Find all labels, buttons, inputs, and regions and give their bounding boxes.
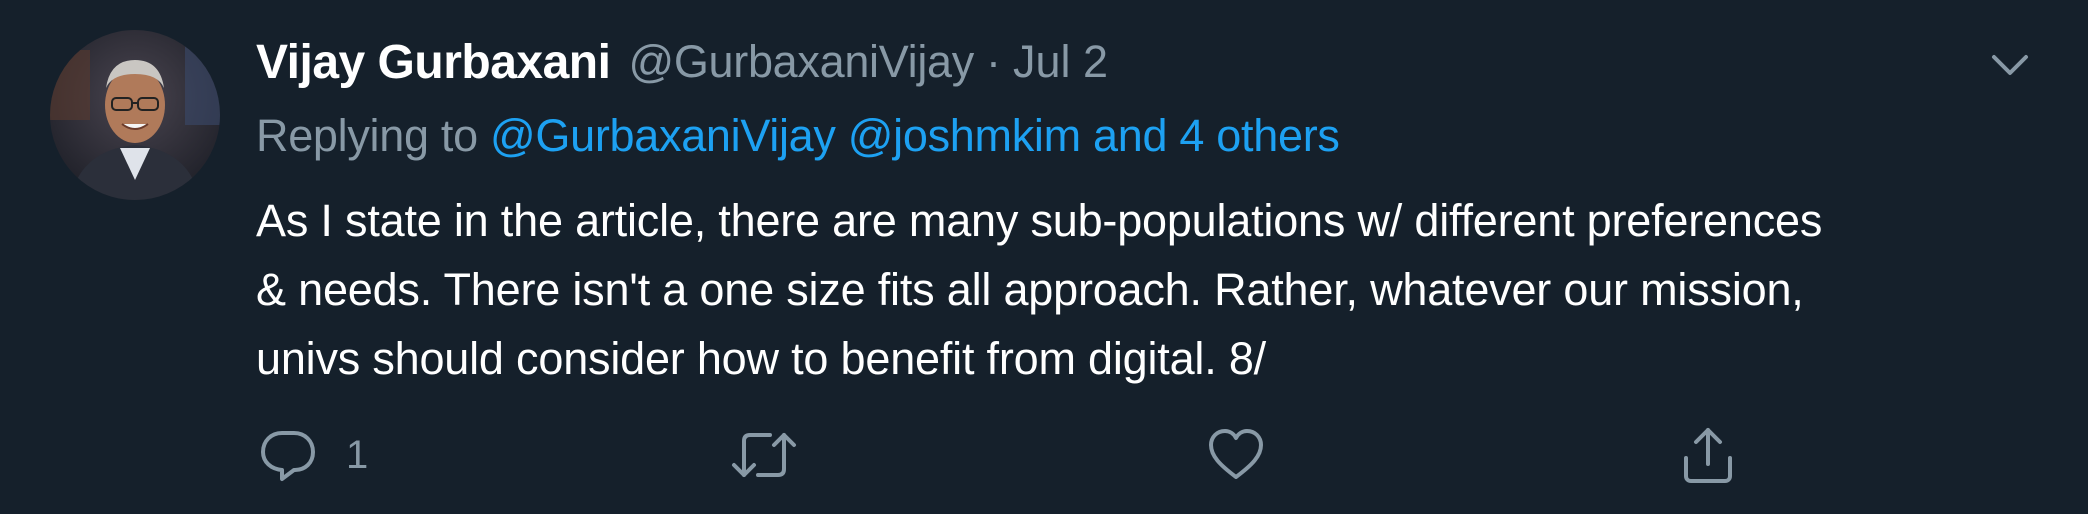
author-name[interactable]: Vijay Gurbaxani: [256, 35, 611, 90]
reply-button[interactable]: 1: [258, 420, 368, 490]
reply-target-others[interactable]: and 4 others: [1093, 110, 1340, 161]
tweet-body-line: univs should consider how to benefit fro…: [256, 333, 1266, 384]
tweet-header: Vijay Gurbaxani @GurbaxaniVijay · Jul 2: [256, 34, 1108, 90]
tweet-date[interactable]: Jul 2: [1013, 36, 1108, 88]
reply-count: 1: [346, 432, 369, 477]
avatar[interactable]: [50, 30, 220, 200]
tweet-body-line: As I state in the article, there are man…: [256, 195, 1823, 246]
share-button[interactable]: [1678, 420, 1738, 490]
retweet-button[interactable]: [730, 420, 798, 490]
tweet-body-line: & needs. There isn't a one size fits all…: [256, 264, 1804, 315]
action-bar: 1: [0, 420, 2088, 490]
like-button[interactable]: [1206, 420, 1266, 490]
chevron-down-icon[interactable]: [1988, 45, 2032, 85]
replying-prefix: Replying to: [256, 110, 478, 161]
reply-target-gurbaxanivijay[interactable]: @GurbaxaniVijay: [490, 110, 836, 161]
tweet-body: As I state in the article, there are man…: [256, 186, 2056, 393]
reply-icon: [258, 425, 318, 485]
retweet-icon: [730, 425, 798, 485]
heart-icon: [1206, 425, 1266, 485]
tweet[interactable]: Vijay Gurbaxani @GurbaxaniVijay · Jul 2 …: [0, 0, 2088, 514]
separator-dot: ·: [985, 36, 1001, 87]
share-icon: [1678, 424, 1738, 486]
reply-target-joshmkim[interactable]: @joshmkim: [848, 110, 1081, 161]
author-handle[interactable]: @GurbaxaniVijay: [628, 36, 974, 88]
replying-to: Replying to @GurbaxaniVijay @joshmkim an…: [256, 110, 1340, 170]
